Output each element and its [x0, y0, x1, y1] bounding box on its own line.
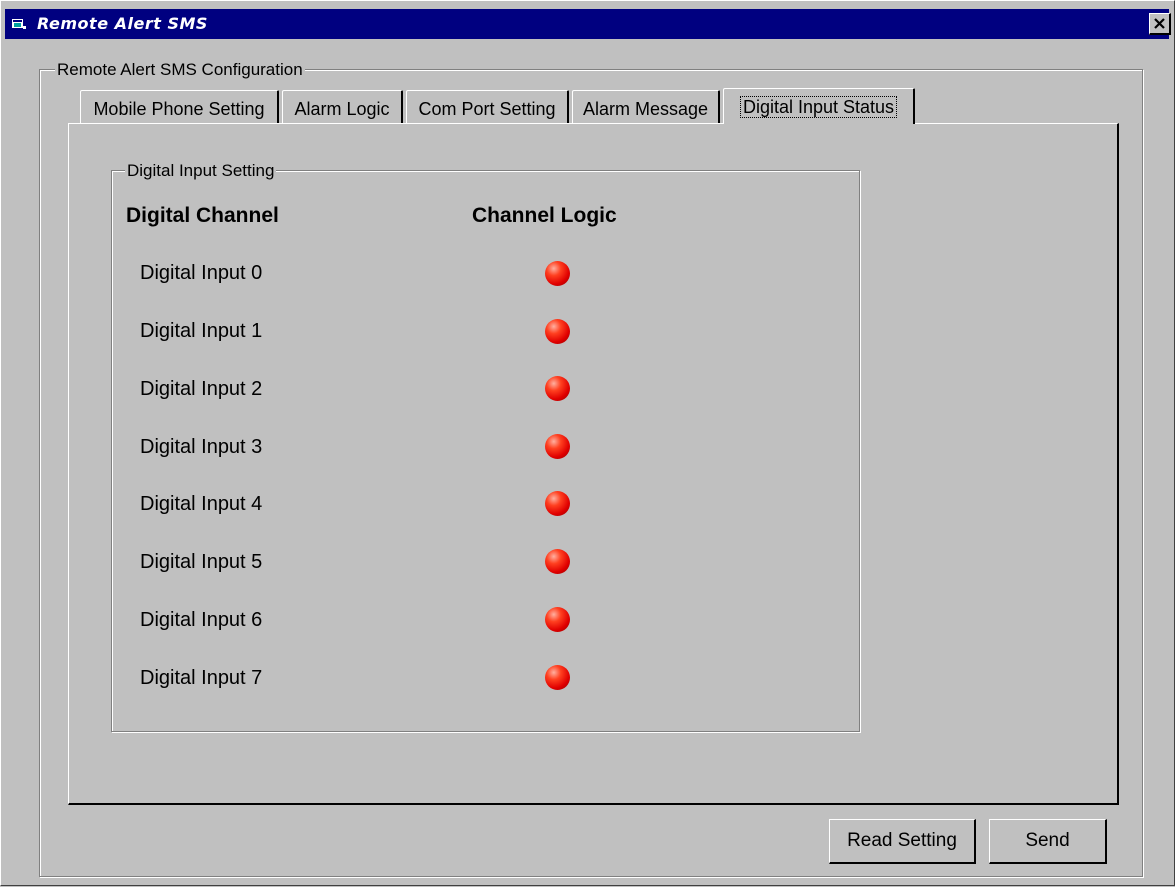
tab-label: Digital Input Status	[739, 96, 898, 118]
config-group-caption: Remote Alert SMS Configuration	[55, 60, 305, 80]
tab-label: Alarm Message	[582, 99, 709, 119]
tab-com-port-setting[interactable]: Com Port Setting	[406, 90, 569, 124]
tab-label: Mobile Phone Setting	[93, 99, 265, 119]
tab-digital-input-status[interactable]: Digital Input Status	[723, 88, 915, 124]
app-window: Remote Alert SMS Remote Alert SMS Config…	[0, 0, 1175, 886]
tab-mobile-phone-setting[interactable]: Mobile Phone Setting	[80, 90, 279, 124]
window-title: Remote Alert SMS	[37, 14, 208, 33]
title-bar[interactable]: Remote Alert SMS	[5, 9, 1171, 39]
tab-alarm-logic[interactable]: Alarm Logic	[282, 90, 403, 124]
tab-label: Com Port Setting	[418, 99, 556, 119]
read-setting-button[interactable]: Read Setting	[829, 819, 976, 864]
close-button[interactable]	[1149, 13, 1171, 35]
send-button[interactable]: Send	[989, 819, 1107, 864]
close-icon	[1154, 18, 1165, 29]
tab-label: Alarm Logic	[294, 99, 390, 119]
tab-alarm-message[interactable]: Alarm Message	[572, 90, 720, 124]
tab-panel-digital-input-status	[68, 123, 1119, 805]
app-icon	[11, 17, 27, 31]
